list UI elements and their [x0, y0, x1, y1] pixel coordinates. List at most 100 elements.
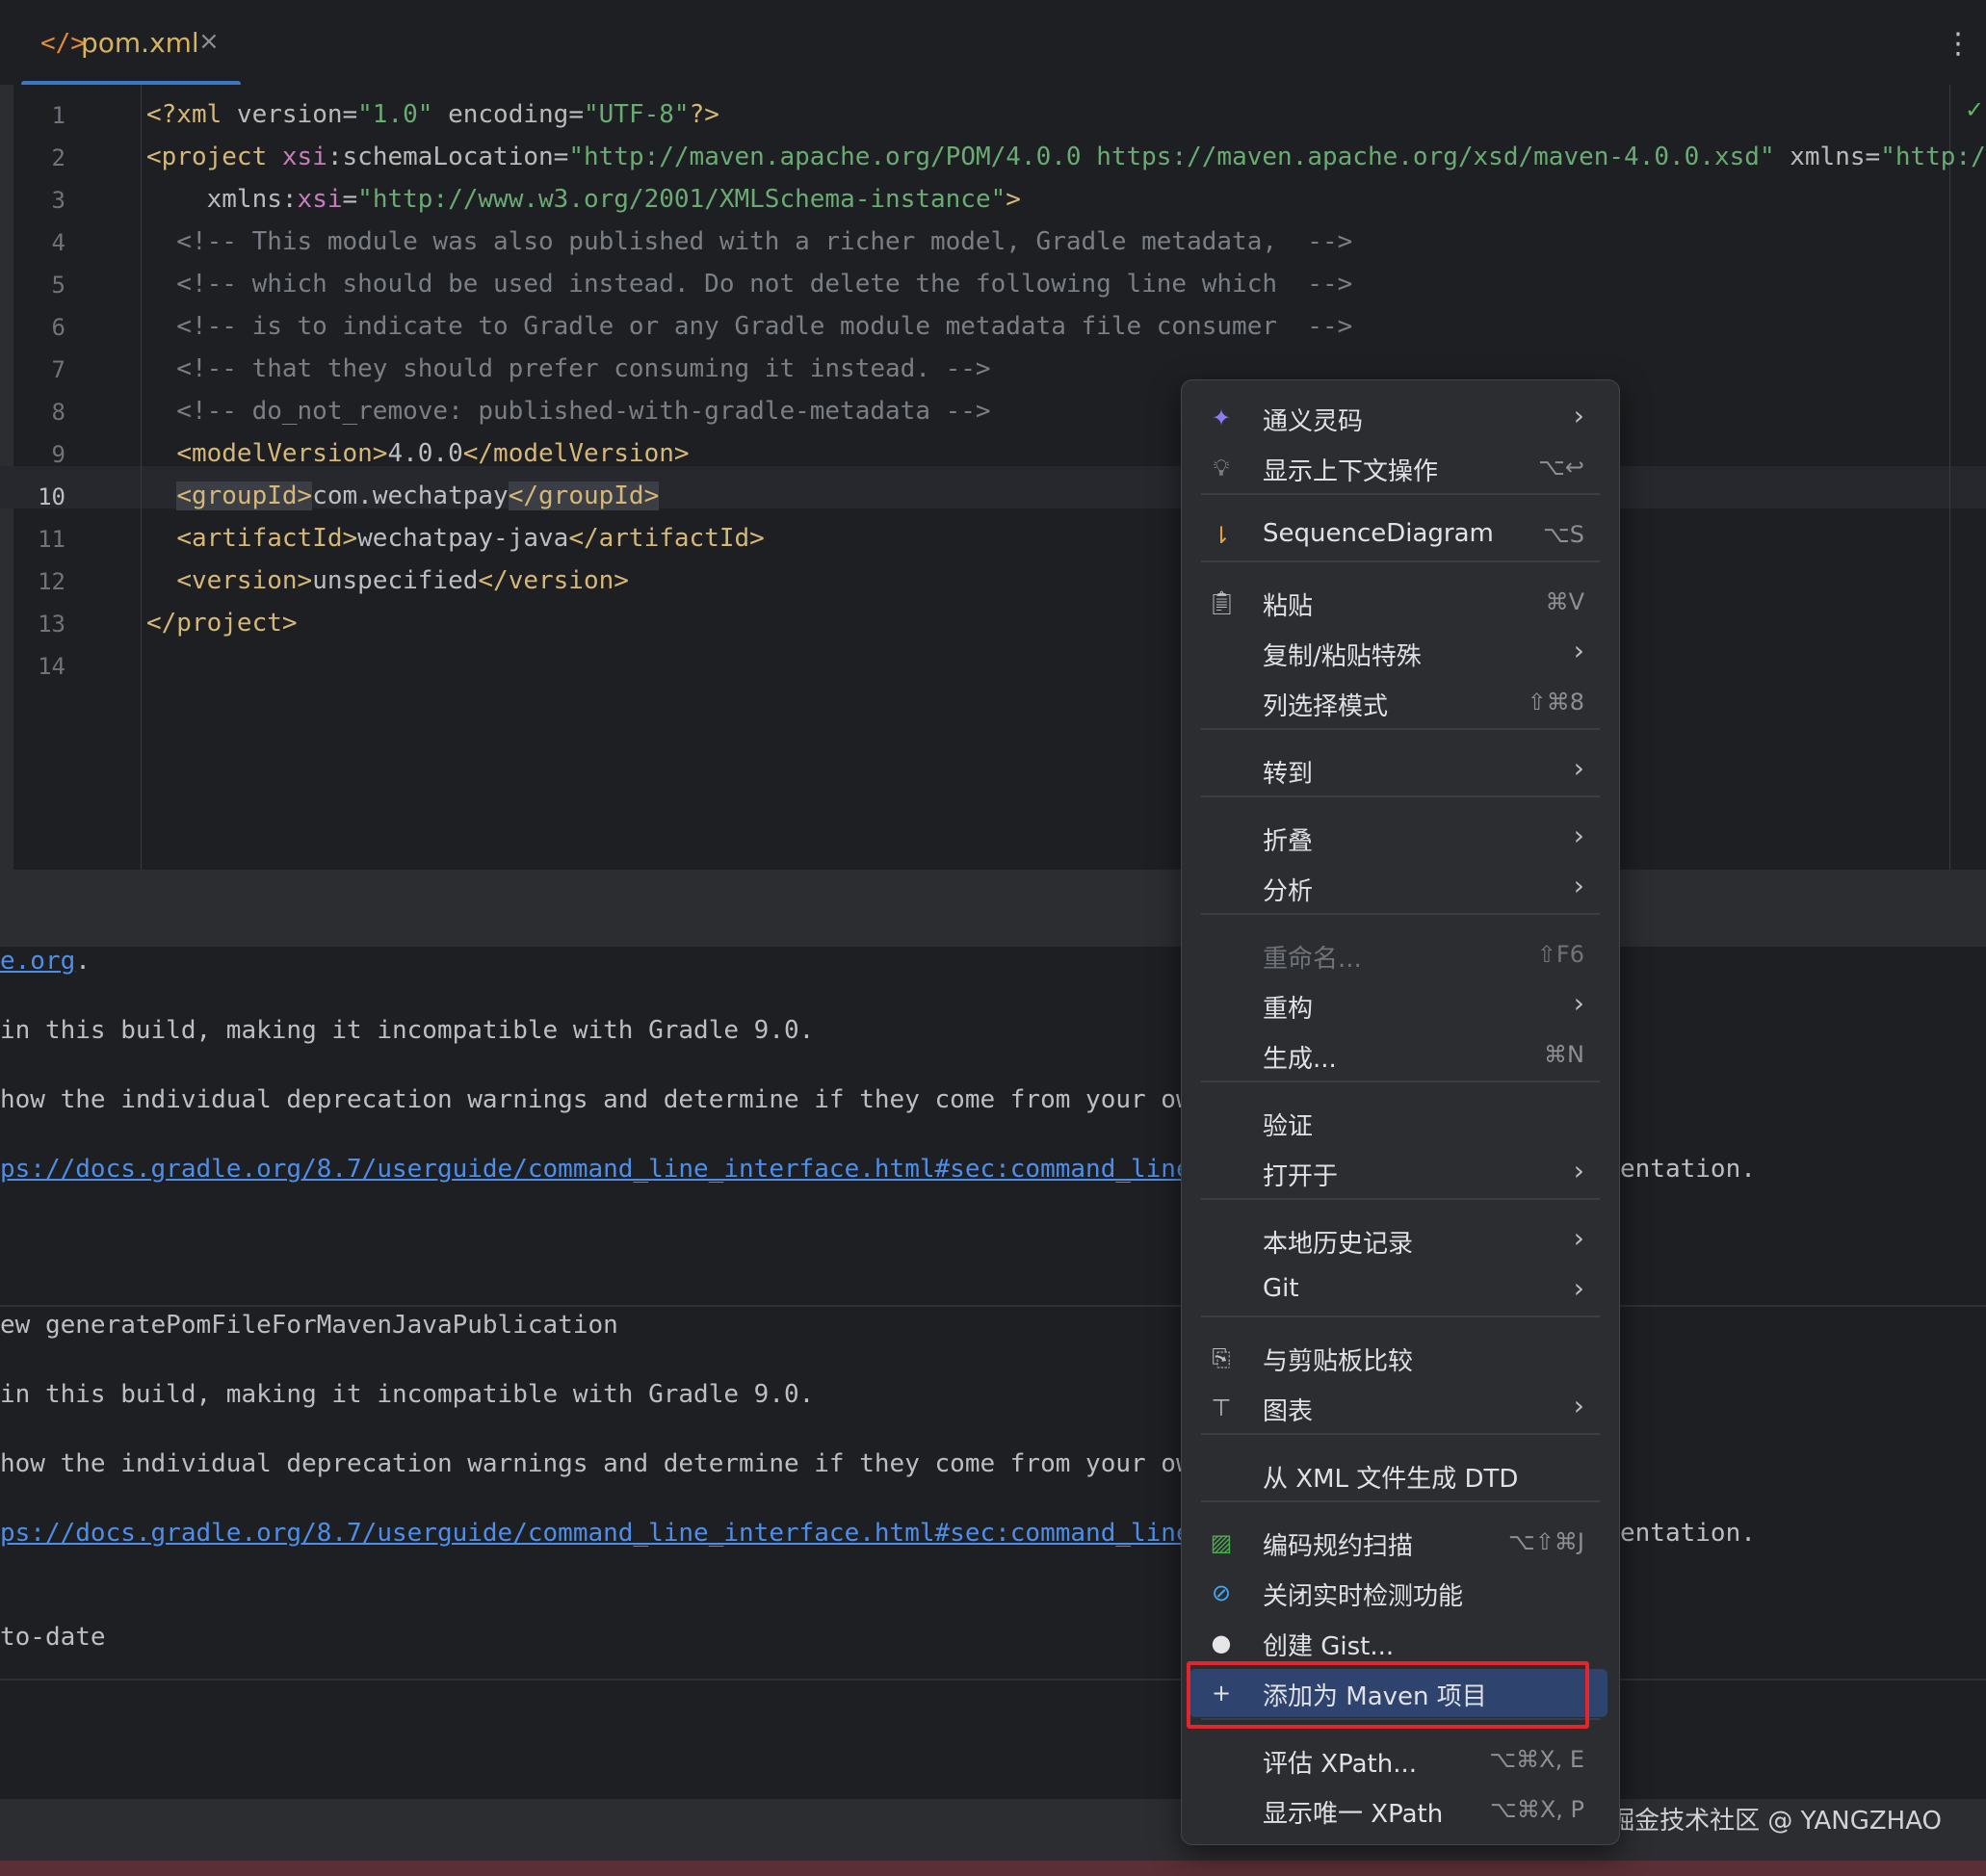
menu-separator — [1201, 1081, 1600, 1082]
console-link[interactable]: ps://docs.gradle.org/8.7/userguide/comma… — [0, 1519, 1191, 1548]
code-line[interactable]: <project xsi:schemaLocation="http://mave… — [146, 143, 1986, 171]
menu-separator — [1201, 1198, 1600, 1200]
menu-item[interactable]: 💡︎ 显示上下文操作 ⌥↩ — [1195, 444, 1606, 492]
menu-item[interactable]: 评估 XPath... ⌥⌘X, E — [1195, 1736, 1606, 1785]
console-text: . — [75, 947, 91, 976]
menu-item-label: 转到 — [1263, 760, 1314, 789]
code-token: <?xml — [146, 100, 237, 129]
more-options-icon[interactable]: ⋮ — [1944, 27, 1973, 61]
code-line[interactable]: <!-- which should be used instead. Do no… — [146, 270, 1352, 299]
chevron-right-icon: › — [1573, 1272, 1584, 1304]
console-link[interactable]: ps://docs.gradle.org/8.7/userguide/comma… — [0, 1155, 1191, 1184]
code-token: wechatpay-java — [357, 524, 569, 553]
code-line[interactable]: <!-- do_not_remove: published-with-gradl… — [146, 397, 990, 426]
code-line[interactable]: <?xml version="1.0" encoding="UTF-8"?> — [146, 100, 719, 129]
chevron-right-icon: › — [1573, 870, 1584, 901]
menu-item-label: 评估 XPath... — [1263, 1750, 1417, 1779]
menu-item[interactable]: Git › — [1195, 1266, 1606, 1315]
menu-separator — [1201, 560, 1600, 562]
code-token: </project> — [146, 609, 298, 638]
menu-item-label: 关闭实时检测功能 — [1263, 1582, 1464, 1611]
github-icon: ● — [1211, 1629, 1232, 1656]
line-number: 9 — [51, 441, 65, 468]
menu-item[interactable]: ⊘ 关闭实时检测功能 — [1195, 1569, 1606, 1617]
menu-item[interactable]: ⊤ 图表 › — [1195, 1384, 1606, 1432]
menu-item-shortcut: ⌥⌘X, P — [1490, 1796, 1584, 1823]
menu-separator — [1201, 913, 1600, 915]
code-token: </artifactId> — [568, 524, 765, 553]
console-text-tail: entation. — [1620, 1155, 1756, 1184]
menu-item[interactable]: ✦ 通义灵码 › — [1195, 394, 1606, 442]
menu-item[interactable]: ⎘ 与剪贴板比较 — [1195, 1334, 1606, 1382]
menu-item[interactable]: 列选择模式 ⇧⌘8 — [1195, 679, 1606, 727]
code-token: version — [236, 100, 343, 129]
code-token: = — [1865, 143, 1881, 171]
code-line[interactable]: <!-- This module was also published with… — [146, 227, 1352, 256]
code-token: > — [1006, 185, 1021, 214]
console-link[interactable]: e.org — [0, 947, 75, 976]
code-line[interactable]: <artifactId>wechatpay-java</artifactId> — [146, 524, 765, 553]
code-editor[interactable]: ✓ 1 <?xml version="1.0" encoding="UTF-8"?… — [0, 85, 1986, 870]
chevron-right-icon: › — [1573, 752, 1584, 784]
menu-item[interactable]: 打开于 › — [1195, 1149, 1606, 1197]
menu-item[interactable]: 重构 › — [1195, 981, 1606, 1029]
menu-item-shortcut: ⌥S — [1543, 521, 1584, 548]
menu-item[interactable]: 从 XML 文件生成 DTD — [1195, 1451, 1606, 1499]
chevron-right-icon: › — [1573, 635, 1584, 666]
code-line[interactable]: <modelVersion>4.0.0</modelVersion> — [146, 439, 690, 468]
code-token: = — [342, 100, 358, 129]
menu-item-label: SequenceDiagram — [1263, 519, 1494, 548]
menu-item-label: 重命名... — [1263, 945, 1362, 974]
bottom-accent-strip — [0, 1861, 1986, 1876]
lightbulb-icon: 💡︎ — [1213, 455, 1230, 482]
menu-item[interactable]: 显示唯一 XPath ⌥⌘X, P — [1195, 1786, 1606, 1835]
code-line[interactable]: <!-- is to indicate to Gradle or any Gra… — [146, 312, 1352, 341]
menu-item[interactable]: ▨ 编码规约扫描 ⌥⇧⌘J — [1195, 1519, 1606, 1567]
tab-pom-xml[interactable]: </> pom.xml × — [21, 0, 241, 87]
line-number: 10 — [38, 483, 65, 510]
menu-item[interactable]: 📋︎ 粘贴 ⌘V — [1195, 579, 1606, 627]
code-token: </modelVersion> — [462, 439, 690, 468]
menu-item[interactable]: 转到 › — [1195, 746, 1606, 795]
menu-separator — [1201, 1316, 1600, 1317]
menu-separator — [1201, 493, 1600, 495]
menu-item[interactable]: ⇂ SequenceDiagram ⌥S — [1195, 511, 1606, 560]
console-line: how the individual deprecation warnings … — [0, 1085, 1191, 1114]
code-token: com.wechatpay — [312, 482, 509, 510]
code-token: <artifactId> — [176, 524, 358, 553]
code-token: "http://www.w3.org/2001/XMLSchema-instan… — [357, 185, 1006, 214]
panel-divider — [0, 870, 1986, 947]
code-line[interactable]: xmlns:xsi="http://www.w3.org/2001/XMLSch… — [146, 185, 1021, 214]
console-separator — [0, 1305, 1986, 1307]
code-line[interactable]: <version>unspecified</version> — [146, 566, 629, 595]
code-token: </version> — [478, 566, 629, 595]
code-token: unspecified — [312, 566, 479, 595]
chevron-right-icon: › — [1573, 1155, 1584, 1186]
disable-realtime-icon: ⊘ — [1211, 1579, 1232, 1606]
close-icon[interactable]: × — [198, 27, 220, 56]
menu-item[interactable]: 生成... ⌘N — [1195, 1031, 1606, 1080]
menu-item[interactable]: 本地历史记录 › — [1195, 1216, 1606, 1264]
menu-item[interactable]: 分析 › — [1195, 864, 1606, 912]
code-line[interactable]: <!-- that they should prefer consuming i… — [146, 354, 990, 383]
menu-item-label: 创建 Gist... — [1263, 1632, 1395, 1661]
code-line[interactable]: </project> — [146, 609, 298, 638]
menu-item-label: 与剪贴板比较 — [1263, 1347, 1414, 1376]
code-token: "http:// — [1880, 143, 1986, 171]
menu-item-label: 重构 — [1263, 995, 1314, 1024]
menu-item-label: 列选择模式 — [1263, 692, 1389, 721]
menu-item[interactable]: 折叠 › — [1195, 814, 1606, 862]
inspection-ok-icon[interactable]: ✓ — [1965, 96, 1984, 123]
chevron-right-icon: › — [1573, 1390, 1584, 1421]
menu-item-label: 显示上下文操作 — [1263, 457, 1439, 486]
menu-item[interactable]: ● 创建 Gist... — [1195, 1619, 1606, 1667]
menu-item[interactable]: 复制/粘贴特殊 › — [1195, 629, 1606, 677]
highlight-annotation-box — [1187, 1661, 1589, 1729]
tongyi-lingma-icon: ✦ — [1211, 404, 1232, 431]
menu-item[interactable]: 验证 — [1195, 1099, 1606, 1147]
code-line[interactable]: <groupId>com.wechatpay</groupId> — [146, 482, 660, 510]
